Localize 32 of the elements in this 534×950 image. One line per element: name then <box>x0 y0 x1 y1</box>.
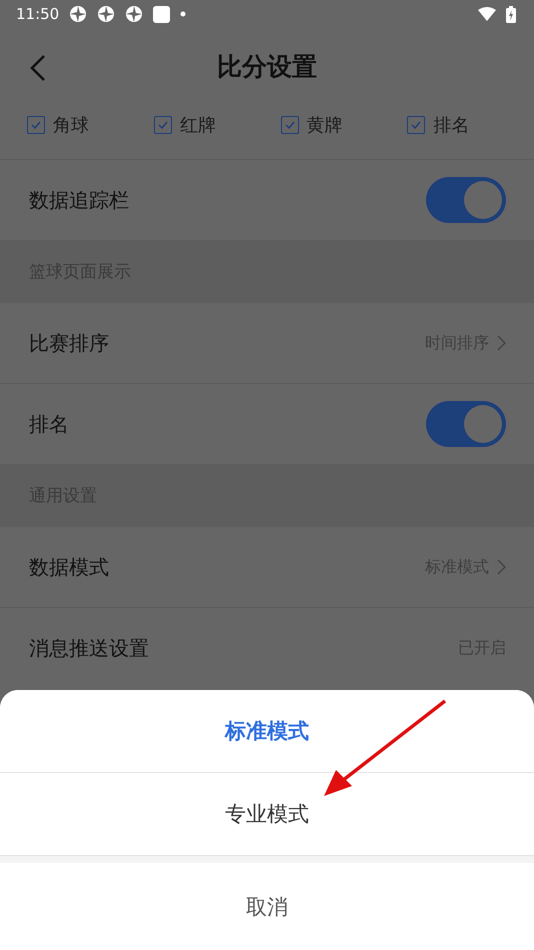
setting-label: 比赛排序 <box>29 330 110 356</box>
aperture-icon <box>69 5 88 23</box>
dot-icon <box>180 11 186 17</box>
chevron-icon <box>497 559 506 575</box>
checkbox[interactable] <box>154 116 172 134</box>
aperture-icon <box>125 5 144 23</box>
checkbox-label: 黄牌 <box>306 114 342 137</box>
checkmark-icon <box>158 121 168 129</box>
square-icon <box>153 6 170 22</box>
sheet-option[interactable]: 标准模式 <box>0 690 534 773</box>
toggle-switch[interactable] <box>426 177 506 223</box>
setting-label: 消息推送设置 <box>29 634 150 662</box>
setting-label: 数据追踪栏 <box>29 186 130 214</box>
wifi-icon <box>478 7 496 21</box>
checkbox[interactable] <box>407 116 426 134</box>
toggle-switch[interactable] <box>426 401 506 447</box>
checkbox-label: 红牌 <box>180 114 216 137</box>
setting-label: 数据模式 <box>29 554 110 580</box>
chevron-icon <box>497 335 506 351</box>
back-icon[interactable] <box>28 54 48 82</box>
setting-label: 排名 <box>29 410 70 438</box>
checkmark-icon <box>411 121 422 129</box>
checkmark-icon <box>284 121 294 129</box>
battery-icon <box>506 6 516 22</box>
aperture-icon <box>97 5 116 23</box>
checkmark-icon <box>31 121 41 129</box>
checkbox[interactable] <box>280 116 298 134</box>
status-time: 11:50 <box>16 5 60 23</box>
page-title: 比分设置 <box>217 51 317 83</box>
checkbox-label: 排名 <box>433 114 470 137</box>
checkbox-label: 角球 <box>53 114 89 137</box>
checkbox[interactable] <box>27 116 45 134</box>
